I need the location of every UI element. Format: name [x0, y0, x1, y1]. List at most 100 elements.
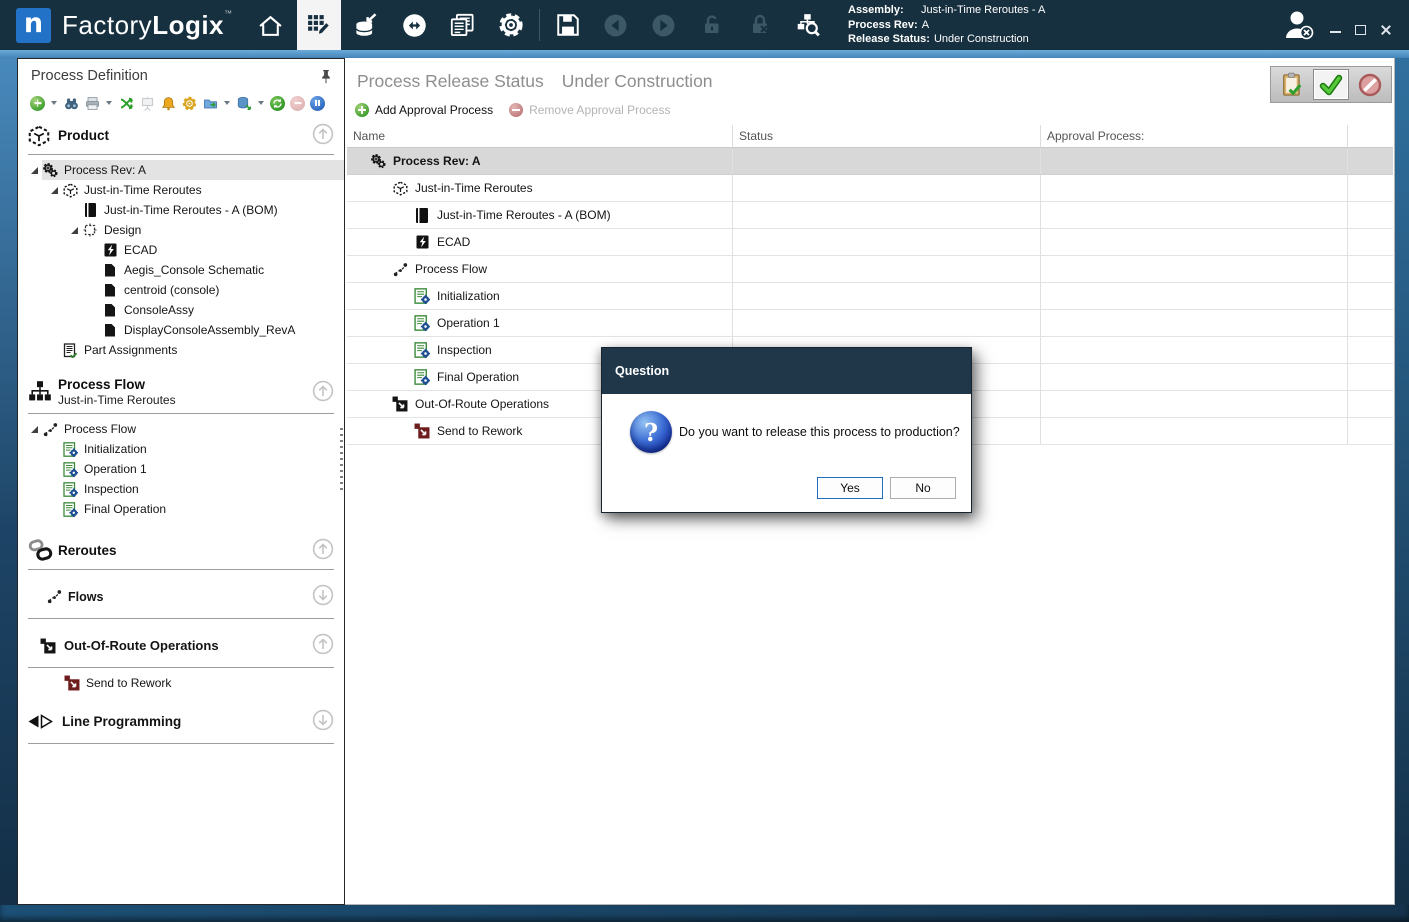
tree-item-operation[interactable]: Operation 1: [18, 459, 344, 479]
product-section-header[interactable]: Product: [18, 118, 344, 152]
tree-item-bom[interactable]: Just-in-Time Reroutes - A (BOM): [18, 200, 344, 220]
tree-item-document[interactable]: DisplayConsoleAssembly_RevA: [18, 320, 344, 340]
lock-release-button[interactable]: [736, 0, 784, 50]
close-button[interactable]: [1380, 24, 1391, 35]
collapse-up-arrow-icon[interactable]: [312, 538, 334, 563]
tree-item-process-flow[interactable]: Process Flow: [18, 419, 344, 439]
expander-icon[interactable]: [26, 167, 42, 174]
transfer-button[interactable]: [391, 0, 439, 50]
row-name: Initialization: [437, 289, 500, 303]
materials-icon: [353, 12, 380, 39]
tree-item-assembly[interactable]: Just-in-Time Reroutes: [18, 180, 344, 200]
back-button[interactable]: [592, 0, 640, 50]
pause-icon[interactable]: [310, 96, 325, 111]
process-planner-button[interactable]: [297, 0, 341, 50]
table-row[interactable]: Just-in-Time Reroutes: [347, 175, 1393, 202]
tree-item-label: Design: [104, 223, 141, 237]
reject-release-button[interactable]: [1352, 69, 1388, 100]
send-to-rework-item[interactable]: Send to Rework: [18, 671, 344, 695]
tree-item-operation[interactable]: Inspection: [18, 479, 344, 499]
add-icon: [355, 103, 369, 117]
process-analyze-button[interactable]: [784, 0, 832, 50]
alert-bell-icon[interactable]: [160, 95, 176, 111]
process-flow-section-header[interactable]: Process Flow Just-in-Time Reroutes: [18, 372, 344, 411]
export-folder-icon[interactable]: [202, 95, 218, 111]
expander-icon[interactable]: [46, 187, 62, 194]
page-title-text: Process Release Status: [357, 71, 544, 92]
panel-splitter[interactable]: [340, 428, 343, 492]
documents-button[interactable]: [439, 0, 487, 50]
collapse-up-arrow-icon[interactable]: [312, 123, 334, 148]
release-checklist-button[interactable]: [1274, 69, 1310, 100]
table-row[interactable]: Just-in-Time Reroutes - A (BOM): [347, 202, 1393, 229]
settings-button[interactable]: [487, 0, 535, 50]
forward-button[interactable]: [640, 0, 688, 50]
column-header-status[interactable]: Status: [733, 125, 1041, 147]
tree-item-ecad[interactable]: ECAD: [18, 240, 344, 260]
bom-book-icon: [82, 202, 98, 218]
tree-item-design[interactable]: Design: [18, 220, 344, 240]
add-dropdown-caret-icon[interactable]: [51, 101, 57, 105]
table-row[interactable]: Process Rev: A: [347, 148, 1393, 175]
yes-button[interactable]: Yes: [817, 477, 883, 499]
unlock-button[interactable]: [688, 0, 736, 50]
export-dropdown-caret-icon[interactable]: [224, 101, 230, 105]
column-header-name[interactable]: Name: [347, 125, 733, 147]
panel-title: Process Definition: [31, 68, 148, 84]
minimize-button[interactable]: [1330, 24, 1341, 35]
add-approval-process-button[interactable]: Add Approval Process: [355, 103, 493, 117]
tree-item-part-assignments[interactable]: Part Assignments: [18, 340, 344, 360]
refresh-icon[interactable]: [270, 96, 285, 111]
table-row[interactable]: Process Flow: [347, 256, 1393, 283]
maximize-button[interactable]: [1355, 24, 1366, 35]
process-rev-label: Process Rev:: [848, 18, 922, 33]
tree-item-operation[interactable]: Final Operation: [18, 499, 344, 519]
tree-item-document[interactable]: Aegis_Console Schematic: [18, 260, 344, 280]
out-of-route-section-header[interactable]: Out-Of-Route Operations: [18, 625, 344, 665]
expander-icon[interactable]: [26, 426, 42, 433]
question-mark-icon: ?: [630, 411, 672, 453]
line-programming-section-header[interactable]: Line Programming: [18, 701, 344, 741]
tree-item-process-rev[interactable]: Process Rev: A: [18, 160, 344, 180]
flows-section-header[interactable]: Flows: [18, 576, 344, 616]
tree-item-operation[interactable]: Initialization: [18, 439, 344, 459]
remove-approval-process-button[interactable]: Remove Approval Process: [509, 103, 670, 117]
tree-item-document[interactable]: ConsoleAssy: [18, 300, 344, 320]
no-button[interactable]: No: [890, 477, 956, 499]
approve-release-button[interactable]: [1313, 69, 1349, 100]
remove-icon[interactable]: [290, 96, 305, 111]
expander-icon[interactable]: [66, 227, 82, 234]
add-icon[interactable]: [30, 96, 45, 111]
materials-button[interactable]: [343, 0, 391, 50]
table-row[interactable]: Operation 1: [347, 310, 1393, 337]
expand-down-arrow-icon[interactable]: [312, 584, 334, 609]
reroutes-section-header[interactable]: Reroutes: [18, 533, 344, 567]
row-status: [733, 175, 1041, 201]
table-row[interactable]: Initialization: [347, 283, 1393, 310]
find-icon[interactable]: [63, 95, 79, 111]
tree-item-document[interactable]: centroid (console): [18, 280, 344, 300]
board-icon[interactable]: [139, 95, 155, 111]
print-icon[interactable]: [84, 95, 100, 111]
expand-down-arrow-icon[interactable]: [312, 709, 334, 734]
pin-icon[interactable]: [320, 69, 332, 84]
save-button[interactable]: [544, 0, 592, 50]
tree-item-label: Part Assignments: [84, 343, 177, 357]
collapse-up-arrow-icon[interactable]: [312, 380, 334, 405]
table-header: Name Status Approval Process:: [347, 125, 1393, 148]
process-flow-section-subtitle: Just-in-Time Reroutes: [58, 393, 176, 407]
configure-gear-icon[interactable]: [181, 95, 197, 111]
import-database-icon[interactable]: [236, 95, 252, 111]
import-dropdown-caret-icon[interactable]: [258, 101, 264, 105]
collapse-up-arrow-icon[interactable]: [312, 633, 334, 658]
tree-item-label: ECAD: [124, 243, 157, 257]
row-name: Just-in-Time Reroutes: [415, 181, 533, 195]
sign-out-button[interactable]: [1278, 8, 1318, 44]
divider: [28, 667, 334, 668]
print-dropdown-caret-icon[interactable]: [106, 101, 112, 105]
column-header-approval[interactable]: Approval Process:: [1041, 125, 1348, 147]
exchange-icon[interactable]: [118, 95, 134, 111]
dialog-title-bar[interactable]: Question: [602, 348, 971, 394]
home-button[interactable]: [247, 0, 295, 50]
table-row[interactable]: ECAD: [347, 229, 1393, 256]
